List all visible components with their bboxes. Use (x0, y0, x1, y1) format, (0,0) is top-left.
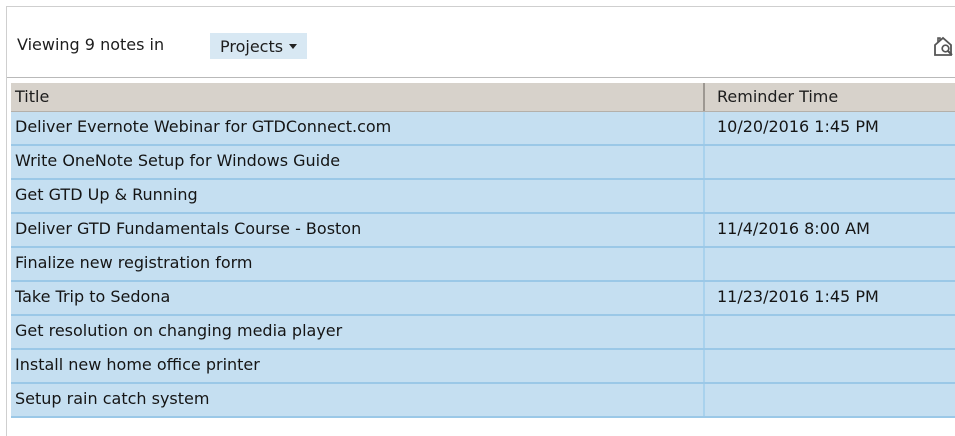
reminder-time-cell (705, 316, 955, 348)
reminder-time-cell: 11/23/2016 1:45 PM (717, 287, 879, 306)
reminder-time-cell (705, 384, 955, 416)
table-row[interactable]: Install new home office printer (11, 350, 955, 384)
reminder-time-cell: 11/4/2016 8:00 AM (717, 219, 870, 238)
note-title-cell: Write OneNote Setup for Windows Guide (11, 146, 705, 178)
note-title-cell: Take Trip to Sedona (11, 282, 705, 314)
notes-count-label: Viewing 9 notes in (17, 35, 165, 54)
reminder-time-cell (705, 350, 955, 382)
table-row[interactable]: Get resolution on changing media player (11, 316, 955, 350)
table-row[interactable]: Finalize new registration form (11, 248, 955, 282)
note-title-cell: Finalize new registration form (11, 248, 705, 280)
table-row[interactable]: Get GTD Up & Running (11, 180, 955, 214)
reminder-time-cell (705, 248, 955, 280)
dropdown-caret-icon (289, 44, 298, 49)
search-in-notebook-icon[interactable] (932, 34, 955, 58)
notes-list-panel: Viewing 9 notes in Projects Title Remind… (6, 6, 955, 436)
table-row[interactable]: Write OneNote Setup for Windows Guide (11, 146, 955, 180)
table-row[interactable]: Take Trip to Sedona 11/23/2016 1:45 PM (11, 282, 955, 316)
note-title-cell: Get resolution on changing media player (11, 316, 705, 348)
table-row[interactable]: Deliver GTD Fundamentals Course - Boston… (11, 214, 955, 248)
reminder-time-cell (705, 180, 955, 212)
table-header: Title Reminder Time (11, 83, 955, 112)
column-header-title[interactable]: Title (11, 83, 705, 111)
table-row[interactable]: Deliver Evernote Webinar for GTDConnect.… (11, 112, 955, 146)
notes-table: Title Reminder Time Deliver Evernote Web… (11, 83, 955, 418)
column-header-reminder-time[interactable]: Reminder Time (705, 83, 955, 111)
notebook-scope-dropdown[interactable]: Projects (210, 33, 308, 59)
note-title-cell: Deliver Evernote Webinar for GTDConnect.… (11, 112, 705, 144)
note-title-cell: Deliver GTD Fundamentals Course - Boston (11, 214, 705, 246)
notebook-scope-label: Projects (220, 36, 284, 56)
search-in-notebook-icon-svg (934, 36, 953, 56)
note-title-cell: Setup rain catch system (11, 384, 705, 416)
reminder-time-cell: 10/20/2016 1:45 PM (717, 117, 879, 136)
table-row[interactable]: Setup rain catch system (11, 384, 955, 418)
note-title-cell: Install new home office printer (11, 350, 705, 382)
note-title-cell: Get GTD Up & Running (11, 180, 705, 212)
reminder-time-cell (705, 146, 955, 178)
notes-list-toolbar: Viewing 9 notes in Projects (7, 7, 955, 78)
